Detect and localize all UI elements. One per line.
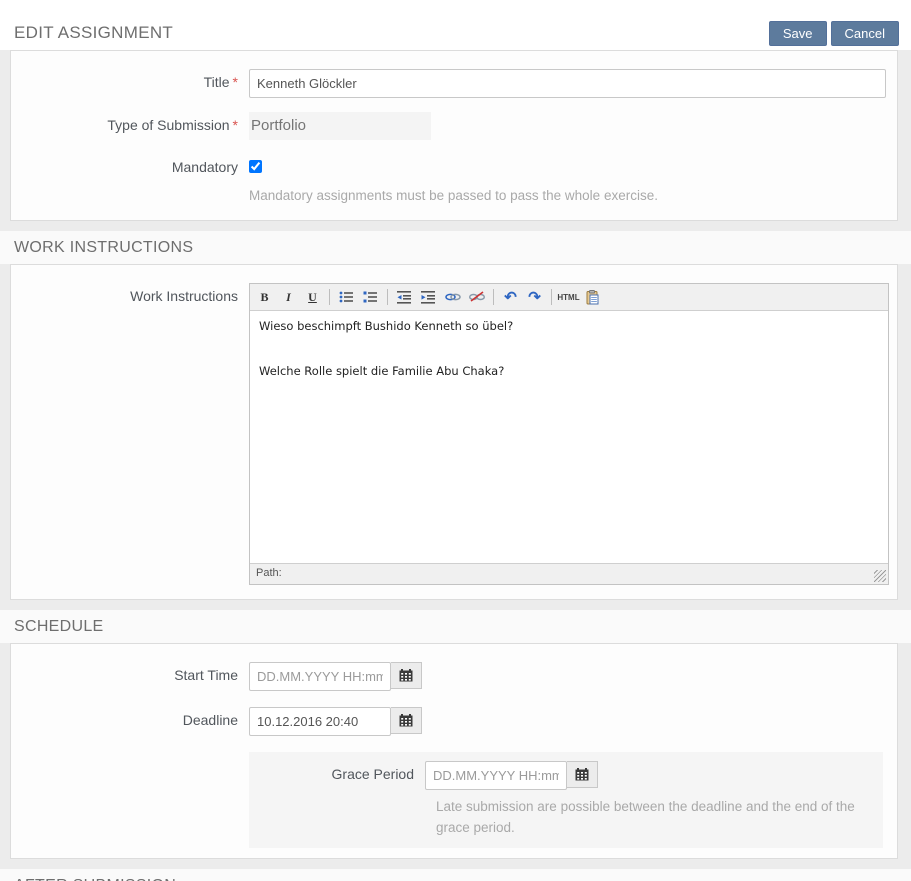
work-instructions-panel: Work Instructions B I U: [10, 264, 898, 600]
redo-icon[interactable]: ↷: [525, 288, 544, 307]
toolbar-separator: [551, 289, 552, 305]
cancel-button[interactable]: Cancel: [831, 21, 899, 46]
underline-icon[interactable]: U: [303, 288, 322, 307]
title-row: Title*: [11, 69, 897, 98]
toolbar-separator: [387, 289, 388, 305]
calendar-icon[interactable]: [391, 707, 422, 734]
undo-icon[interactable]: ↶: [501, 288, 520, 307]
type-of-submission-value: Portfolio: [249, 112, 431, 140]
editor-path-label: Path:: [256, 567, 282, 579]
italic-icon[interactable]: I: [279, 288, 298, 307]
type-of-submission-label: Type of Submission*: [11, 112, 249, 140]
deadline-label: Deadline: [11, 707, 249, 736]
grace-period-label: Grace Period: [249, 761, 425, 790]
grace-period-input[interactable]: [425, 761, 567, 790]
type-of-submission-row: Type of Submission* Portfolio: [11, 112, 897, 140]
mandatory-label: Mandatory: [11, 154, 249, 206]
unlink-icon[interactable]: [467, 288, 486, 307]
editor-toolbar: B I U: [250, 284, 888, 311]
start-time-label: Start Time: [11, 662, 249, 691]
after-submission-heading: AFTER SUBMISSION: [0, 869, 911, 881]
deadline-row: Deadline: [11, 707, 897, 736]
bullet-list-icon[interactable]: [337, 288, 356, 307]
edit-assignment-page: EDIT ASSIGNMENT Save Cancel Title* Type …: [0, 0, 911, 881]
mandatory-hint: Mandatory assignments must be passed to …: [249, 185, 883, 206]
editor-paragraph: Welche Rolle spielt die Familie Abu Chak…: [259, 364, 879, 379]
editor-content-area[interactable]: Wieso beschimpft Bushido Kenneth so übel…: [250, 311, 888, 563]
calendar-icon[interactable]: [391, 662, 422, 689]
outdent-icon[interactable]: [395, 288, 414, 307]
start-time-row: Start Time: [11, 662, 897, 691]
toolbar-separator: [493, 289, 494, 305]
mandatory-row: Mandatory Mandatory assignments must be …: [11, 154, 897, 206]
schedule-panel: Start Time Deadline: [10, 643, 898, 859]
html-source-icon[interactable]: HTML: [559, 288, 578, 307]
start-time-input[interactable]: [249, 662, 391, 691]
save-button[interactable]: Save: [769, 21, 827, 46]
page-header: EDIT ASSIGNMENT Save Cancel: [0, 0, 911, 50]
work-instructions-label: Work Instructions: [11, 283, 249, 585]
schedule-heading: SCHEDULE: [0, 610, 911, 643]
editor-path-bar: Path:: [250, 563, 888, 584]
indent-icon[interactable]: [419, 288, 438, 307]
title-label: Title*: [11, 69, 249, 98]
resize-grip[interactable]: [874, 570, 886, 582]
page-title: EDIT ASSIGNMENT: [14, 23, 173, 43]
bold-icon[interactable]: B: [255, 288, 274, 307]
work-instructions-row: Work Instructions B I U: [11, 283, 897, 585]
numbered-list-icon[interactable]: [361, 288, 380, 307]
title-input[interactable]: [249, 69, 886, 98]
rich-text-editor: B I U: [249, 283, 889, 585]
paste-from-word-icon[interactable]: [583, 288, 602, 307]
work-instructions-heading: WORK INSTRUCTIONS: [0, 231, 911, 264]
required-asterisk: *: [233, 117, 238, 133]
grace-period-row: Grace Period: [249, 761, 883, 790]
grace-period-subpanel: Grace Period Late submission are possibl…: [249, 752, 883, 848]
header-actions: Save Cancel: [769, 21, 899, 46]
toolbar-separator: [329, 289, 330, 305]
deadline-input[interactable]: [249, 707, 391, 736]
editor-paragraph: Wieso beschimpft Bushido Kenneth so übel…: [259, 319, 879, 334]
general-settings-panel: Title* Type of Submission* Portfolio Man…: [10, 50, 898, 221]
grace-period-hint: Late submission are possible between the…: [436, 796, 883, 838]
required-asterisk: *: [233, 74, 238, 90]
link-icon[interactable]: [443, 288, 462, 307]
mandatory-checkbox[interactable]: [249, 160, 262, 173]
calendar-icon[interactable]: [567, 761, 598, 788]
